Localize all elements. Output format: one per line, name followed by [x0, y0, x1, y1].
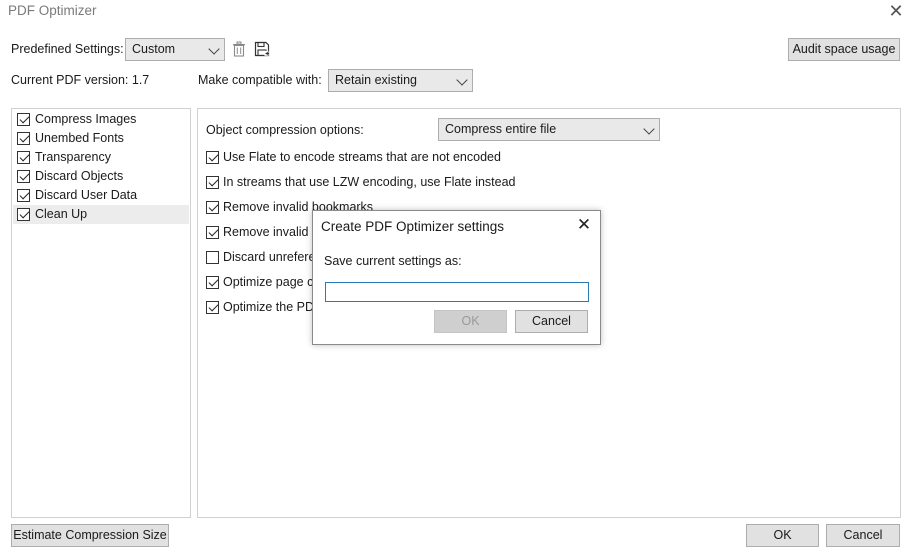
close-icon[interactable]: ✕	[574, 215, 594, 235]
cancel-button[interactable]: Cancel	[826, 524, 900, 547]
predefined-settings-label: Predefined Settings:	[11, 42, 124, 56]
discard-unreferenced-checkbox[interactable]	[206, 251, 219, 264]
delete-icon[interactable]	[231, 41, 247, 57]
ok-button[interactable]: OK	[746, 524, 819, 547]
remove-invalid-links-checkbox[interactable]	[206, 226, 219, 239]
sidebar-item-clean-up[interactable]: Clean Up	[13, 205, 189, 224]
make-compatible-select[interactable]: Retain existing	[328, 69, 473, 92]
option-label: In streams that use LZW encoding, use Fl…	[223, 175, 516, 189]
option-label: Optimize the PDF	[223, 300, 322, 314]
remove-invalid-bookmarks-checkbox[interactable]	[206, 201, 219, 214]
object-compression-label: Object compression options:	[206, 123, 364, 137]
sidebar-item-label: Discard Objects	[35, 169, 124, 183]
sidebar-item-label: Discard User Data	[35, 188, 138, 202]
save-icon[interactable]	[254, 41, 270, 57]
sidebar-item-unembed-fonts[interactable]: Unembed Fonts	[13, 129, 189, 148]
dialog-ok-button[interactable]: OK	[434, 310, 507, 333]
chevron-down-icon	[456, 74, 468, 86]
lzw-to-flate-checkbox[interactable]	[206, 176, 219, 189]
unembed-fonts-checkbox[interactable]	[17, 132, 30, 145]
optimize-pdf-checkbox[interactable]	[206, 301, 219, 314]
chevron-down-icon	[643, 123, 655, 135]
sidebar-item-transparency[interactable]: Transparency	[13, 148, 189, 167]
sidebar-item-label: Transparency	[35, 150, 111, 164]
chevron-down-icon	[208, 43, 220, 55]
option-label: Remove invalid li	[223, 225, 318, 239]
discard-objects-checkbox[interactable]	[17, 170, 30, 183]
option-label: Use Flate to encode streams that are not…	[223, 150, 501, 164]
save-settings-label: Save current settings as:	[324, 254, 462, 268]
object-compression-select[interactable]: Compress entire file	[438, 118, 660, 141]
compress-images-checkbox[interactable]	[17, 113, 30, 126]
discard-user-data-checkbox[interactable]	[17, 189, 30, 202]
sidebar-item-discard-objects[interactable]: Discard Objects	[13, 167, 189, 186]
make-compatible-value: Retain existing	[335, 73, 417, 87]
window-close-icon[interactable]: ✕	[885, 0, 907, 22]
predefined-settings-select[interactable]: Custom	[125, 38, 225, 61]
predefined-settings-value: Custom	[132, 42, 176, 56]
sidebar-item-discard-user-data[interactable]: Discard User Data	[13, 186, 189, 205]
sidebar-item-label: Unembed Fonts	[35, 131, 124, 145]
sidebar-item-label: Clean Up	[35, 207, 88, 221]
option-label: Discard unreferen	[223, 250, 323, 264]
create-settings-dialog: Create PDF Optimizer settings ✕ Save cur…	[312, 210, 601, 345]
sidebar-item-compress-images[interactable]: Compress Images	[13, 110, 189, 129]
audit-space-usage-button[interactable]: Audit space usage	[788, 38, 900, 61]
estimate-compression-size-button[interactable]: Estimate Compression Size	[11, 524, 169, 547]
dialog-title: Create PDF Optimizer settings	[321, 219, 505, 234]
optimize-page-content-checkbox[interactable]	[206, 276, 219, 289]
transparency-checkbox[interactable]	[17, 151, 30, 164]
dialog-cancel-button[interactable]: Cancel	[515, 310, 588, 333]
use-flate-checkbox[interactable]	[206, 151, 219, 164]
window-title: PDF Optimizer	[8, 3, 97, 18]
make-compatible-label: Make compatible with:	[198, 73, 322, 87]
current-pdf-version-label: Current PDF version: 1.7	[11, 73, 150, 87]
settings-name-input[interactable]	[325, 282, 589, 302]
clean-up-checkbox[interactable]	[17, 208, 30, 221]
sidebar-item-label: Compress Images	[35, 112, 137, 126]
category-list: Compress Images Unembed Fonts Transparen…	[11, 108, 191, 518]
object-compression-value: Compress entire file	[445, 122, 557, 136]
option-label: Optimize page co	[223, 275, 321, 289]
